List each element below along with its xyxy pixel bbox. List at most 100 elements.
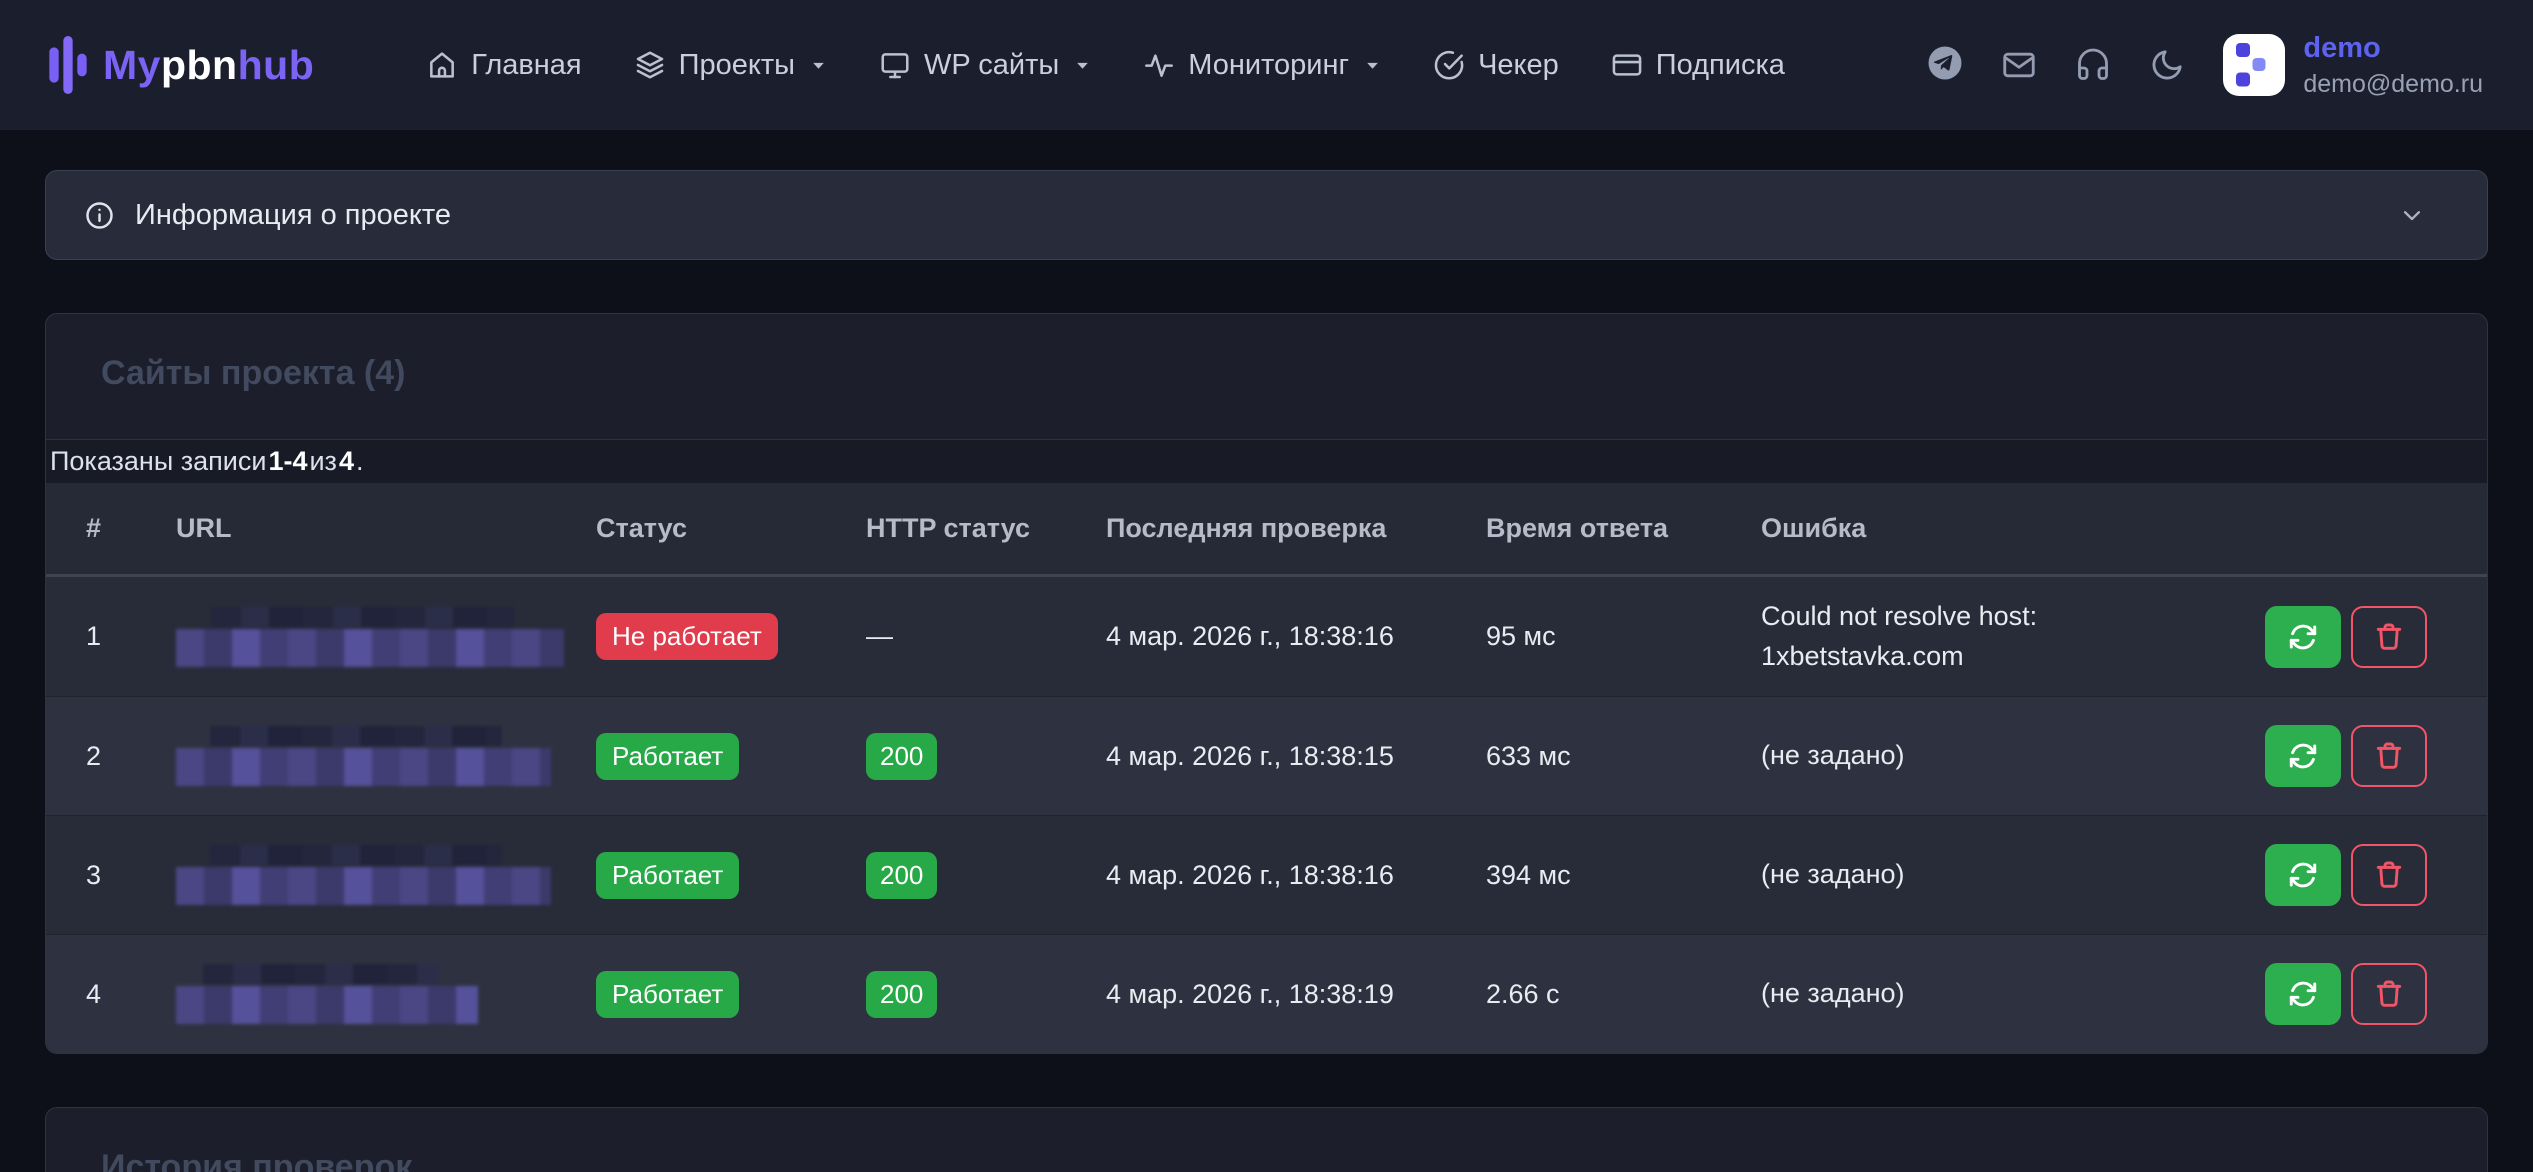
nav-label: Чекер — [1478, 49, 1559, 82]
refresh-icon — [2287, 740, 2319, 772]
check-circle-icon — [1433, 49, 1465, 81]
response-time: 2.66 с — [1486, 979, 1761, 1010]
page-content: Информация о проекте Сайты проекта (4) П… — [0, 170, 2533, 1172]
nav-item-monitoring[interactable]: Мониторинг — [1143, 49, 1381, 82]
activity-icon — [1143, 49, 1175, 81]
nav-item-checker[interactable]: Чекер — [1433, 49, 1559, 82]
user-menu[interactable]: demo demo@demo.ru — [2223, 31, 2483, 99]
chevron-down-icon — [810, 57, 827, 74]
row-number: 1 — [86, 621, 176, 652]
url-cell — [176, 845, 596, 905]
home-icon — [426, 49, 458, 81]
http-status: — — [866, 621, 893, 651]
url-cell — [176, 964, 596, 1024]
refresh-icon — [2287, 621, 2319, 653]
trash-icon — [2373, 978, 2405, 1010]
row-actions — [2261, 606, 2427, 668]
row-number: 2 — [86, 741, 176, 772]
status-badge: Работает — [596, 852, 739, 899]
table-row: 2 Работает 200 4 мар. 2026 г., 18:38:15 … — [46, 696, 2487, 815]
column-header-error: Ошибка — [1761, 513, 2261, 544]
nav-item-home[interactable]: Главная — [426, 49, 581, 82]
column-header-url: URL — [176, 513, 596, 544]
navbar: Mypbnhub Главная Проекты WP сайты Монито… — [0, 0, 2533, 130]
nav-item-projects[interactable]: Проекты — [634, 49, 827, 82]
project-info-header: Информация о проекте — [84, 199, 451, 232]
table-body: 1 Не работает — 4 мар. 2026 г., 18:38:16… — [46, 577, 2487, 1053]
main-menu: Главная Проекты WP сайты Мониторинг Чеке… — [426, 49, 1785, 82]
delete-button[interactable] — [2351, 963, 2427, 1025]
column-header-response-time: Время ответа — [1486, 513, 1761, 544]
row-number: 3 — [86, 860, 176, 891]
delete-button[interactable] — [2351, 844, 2427, 906]
chevron-down-icon — [1074, 57, 1091, 74]
moon-icon[interactable] — [2149, 47, 2185, 83]
trash-icon — [2373, 621, 2405, 653]
redacted-url — [176, 607, 564, 667]
brand-logo[interactable]: Mypbnhub — [48, 36, 314, 94]
refresh-button[interactable] — [2265, 844, 2341, 906]
brand-bars-icon — [48, 36, 88, 94]
response-time: 633 мс — [1486, 741, 1761, 772]
row-number: 4 — [86, 979, 176, 1010]
last-check: 4 мар. 2026 г., 18:38:16 — [1106, 621, 1486, 652]
http-status-badge: 200 — [866, 852, 937, 899]
status-badge: Работает — [596, 733, 739, 780]
nav-label: Проекты — [679, 49, 795, 82]
summary-text: . — [356, 446, 364, 477]
refresh-button[interactable] — [2265, 606, 2341, 668]
redacted-url — [176, 845, 551, 905]
response-time: 95 мс — [1486, 621, 1761, 652]
column-header-num: # — [86, 513, 176, 544]
user-name: demo — [2303, 31, 2483, 66]
last-check: 4 мар. 2026 г., 18:38:15 — [1106, 741, 1486, 772]
status-badge: Работает — [596, 971, 739, 1018]
nav-label: WP сайты — [924, 49, 1059, 82]
credit-card-icon — [1611, 49, 1643, 81]
trash-icon — [2373, 740, 2405, 772]
user-info: demo demo@demo.ru — [2303, 31, 2483, 99]
sites-card: Сайты проекта (4) Показаны записи 1-4 из… — [45, 313, 2488, 1054]
table-row: 3 Работает 200 4 мар. 2026 г., 18:38:16 … — [46, 815, 2487, 934]
row-actions — [2261, 963, 2427, 1025]
delete-button[interactable] — [2351, 606, 2427, 668]
nav-item-subscription[interactable]: Подписка — [1611, 49, 1785, 82]
info-icon — [84, 200, 115, 231]
project-info-panel[interactable]: Информация о проекте — [45, 170, 2488, 260]
records-summary: Показаны записи 1-4 из 4. — [46, 439, 2487, 483]
refresh-button[interactable] — [2265, 725, 2341, 787]
http-status-badge: 200 — [866, 733, 937, 780]
nav-item-wp-sites[interactable]: WP сайты — [879, 49, 1091, 82]
table-header: # URL Статус HTTP статус Последняя прове… — [46, 483, 2487, 577]
last-check: 4 мар. 2026 г., 18:38:16 — [1106, 860, 1486, 891]
redacted-url — [176, 726, 551, 786]
redacted-url — [176, 964, 478, 1024]
brand-name: Mypbnhub — [103, 42, 314, 89]
refresh-icon — [2287, 978, 2319, 1010]
headphones-icon[interactable] — [2075, 47, 2111, 83]
chevron-down-icon — [1364, 57, 1381, 74]
nav-label: Подписка — [1656, 49, 1785, 82]
summary-total: 4 — [339, 446, 354, 477]
status-badge: Не работает — [596, 613, 778, 660]
history-card-title: История проверок — [46, 1108, 2487, 1172]
chevron-down-icon[interactable] — [2397, 200, 2427, 230]
layers-icon — [634, 49, 666, 81]
error-cell: (не задано) — [1761, 974, 2261, 1013]
user-email: demo@demo.ru — [2303, 70, 2483, 99]
refresh-button[interactable] — [2265, 963, 2341, 1025]
history-card: История проверок — [45, 1107, 2488, 1172]
panel-title: Информация о проекте — [135, 199, 451, 232]
delete-button[interactable] — [2351, 725, 2427, 787]
nav-label: Мониторинг — [1188, 49, 1349, 82]
url-cell — [176, 607, 596, 667]
column-header-last-check: Последняя проверка — [1106, 513, 1486, 544]
summary-text: Показаны записи — [50, 446, 266, 477]
mail-icon[interactable] — [2001, 47, 2037, 83]
error-cell: (не задано) — [1761, 736, 2261, 775]
table-row: 4 Работает 200 4 мар. 2026 г., 18:38:19 … — [46, 934, 2487, 1053]
telegram-icon[interactable] — [1927, 45, 1963, 84]
row-actions — [2261, 725, 2427, 787]
navbar-actions: demo demo@demo.ru — [1927, 31, 2483, 99]
refresh-icon — [2287, 859, 2319, 891]
